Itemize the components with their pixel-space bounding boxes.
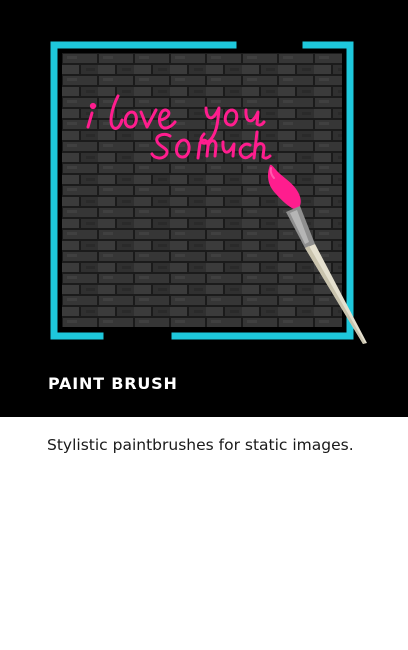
paint-brush-artwork <box>50 41 367 344</box>
feature-description: Stylistic paintbrushes for static images… <box>47 436 354 454</box>
paint-brush-feature-card[interactable]: PAINT BRUSH Stylistic paintbrushes for s… <box>0 0 408 650</box>
hero-banner: PAINT BRUSH <box>0 0 408 417</box>
feature-title: PAINT BRUSH <box>48 374 178 393</box>
